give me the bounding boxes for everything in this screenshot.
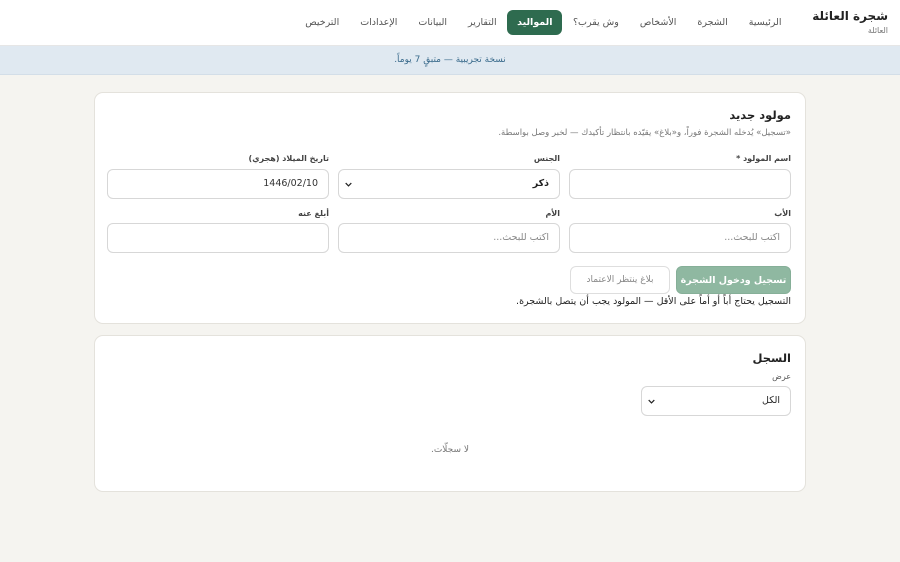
father-label: الأب [774, 209, 791, 218]
reporter-label: أبلغ عنه [298, 209, 329, 218]
name-input[interactable] [569, 169, 791, 199]
nav-home[interactable]: الرئيسية [738, 10, 792, 35]
nav-license[interactable]: الترخيص [295, 10, 350, 35]
nav-reports[interactable]: التقارير [458, 10, 508, 35]
view-filter-value: الكل [762, 395, 780, 406]
nav-births[interactable]: المواليد [507, 10, 563, 35]
card-title: مولود جديد [729, 108, 791, 122]
brand-title: شجرة العائلة [812, 9, 888, 23]
mother-search-input[interactable]: اكتب للبحث... [338, 223, 560, 253]
reporter-input[interactable] [107, 223, 329, 253]
nav-data[interactable]: البيانات [408, 10, 458, 35]
records-card: السجل عرض الكل لا سجلّات. [94, 335, 806, 492]
brand-subtitle: العائلة [867, 26, 888, 35]
register-hint: التسجيل يحتاج أباً أو أماً على الأقل — ا… [516, 296, 791, 307]
dob-input-value: 1446/02/10 [263, 178, 318, 189]
view-filter-select[interactable]: الكل [641, 386, 791, 416]
view-label: عرض [772, 372, 791, 381]
chevron-down-icon [648, 399, 655, 404]
dob-label: تاريخ الميلاد (هجري) [248, 154, 329, 163]
nav-people[interactable]: الأشخاص [629, 10, 687, 35]
records-title: السجل [752, 351, 791, 365]
gender-label: الجنس [533, 154, 560, 163]
empty-records-message: لا سجلّات. [430, 445, 470, 455]
dob-input[interactable]: 1446/02/10 [107, 169, 329, 199]
trial-banner: نسخة تجريبية — متبقٍ 7 يوماً. [0, 46, 900, 75]
card-subtitle: «تسجيل» يُدخله الشجرة فوراً، و«بلاغ» يقي… [498, 128, 791, 138]
main-nav: الرئيسية الشجرة الأشخاص وش يقرب؟ الموالي… [295, 10, 792, 35]
register-button[interactable]: تسجيل ودخول الشجرة [676, 266, 791, 294]
gender-select[interactable]: ذكر [338, 169, 560, 199]
top-bar: شجرة العائلة العائلة الرئيسية الشجرة الأ… [0, 0, 900, 46]
brand[interactable]: شجرة العائلة العائلة [812, 8, 888, 38]
mother-placeholder: اكتب للبحث... [493, 232, 549, 243]
father-search-input[interactable]: اكتب للبحث... [569, 223, 791, 253]
chevron-down-icon [345, 182, 352, 187]
report-button[interactable]: بلاغ ينتظر الاعتماد [570, 266, 670, 294]
new-birth-card: مولود جديد «تسجيل» يُدخله الشجرة فوراً، … [94, 92, 806, 324]
gender-select-value: ذكر [532, 178, 549, 189]
mother-label: الأم [545, 209, 560, 218]
nav-tree[interactable]: الشجرة [687, 10, 738, 35]
name-label: اسم المولود * [736, 154, 791, 163]
father-placeholder: اكتب للبحث... [724, 232, 780, 243]
nav-relation[interactable]: وش يقرب؟ [562, 10, 629, 35]
nav-settings[interactable]: الإعدادات [350, 10, 408, 35]
